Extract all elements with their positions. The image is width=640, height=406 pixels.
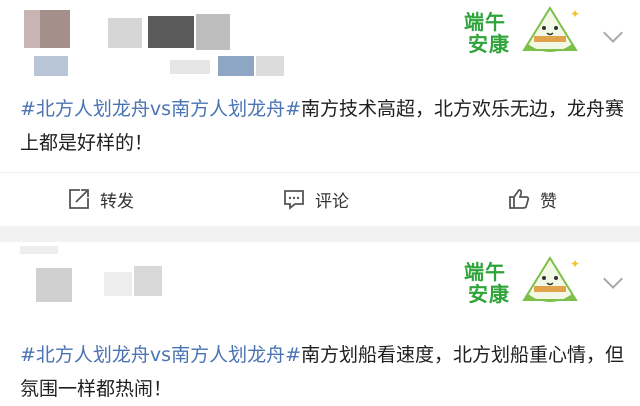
comment-label: 评论 — [315, 191, 349, 212]
svg-text:✦: ✦ — [570, 7, 580, 21]
svg-text:✦: ✦ — [570, 257, 580, 271]
topic-link[interactable]: #北方人划龙舟vs南方人划龙舟# — [20, 344, 301, 366]
action-bar: 转发 评论 赞 — [0, 172, 640, 226]
zongzi-icon: ✦ — [522, 256, 580, 302]
dragon-boat-festival-badge: 端午 安康 ✦ — [460, 254, 580, 310]
comment-icon — [284, 190, 304, 210]
badge-line2: 安康 — [468, 282, 510, 306]
like-label: 赞 — [540, 191, 557, 212]
repost-button[interactable]: 转发 — [68, 172, 134, 226]
post-text: #北方人划龙舟vs南方人划龙舟#南方划船看速度，北方划船重心情，但氛围一样都热闹… — [20, 338, 630, 406]
like-button[interactable]: 赞 — [508, 172, 557, 226]
topic-link[interactable]: #北方人划龙舟vs南方人划龙舟# — [20, 98, 301, 120]
comment-button[interactable]: 评论 — [283, 172, 349, 226]
repost-icon — [69, 189, 89, 209]
dragon-boat-festival-badge: 端午 安康 ✦ — [460, 4, 580, 60]
post-text: #北方人划龙舟vs南方人划龙舟#南方技术高超，北方欢乐无边，龙舟赛上都是好样的！ — [20, 92, 630, 160]
badge-line2: 安康 — [468, 32, 510, 56]
weibo-post-1: 端午 安康 ✦ #北方人划龙舟vs南方人划龙舟#南方技术高超，北方欢乐无边，龙舟… — [0, 0, 640, 226]
chevron-down-icon[interactable] — [603, 269, 623, 289]
like-icon — [509, 189, 530, 209]
post-separator — [0, 226, 640, 242]
chevron-down-icon[interactable] — [603, 23, 623, 43]
repost-label: 转发 — [100, 191, 134, 212]
zongzi-icon: ✦ — [522, 6, 580, 52]
weibo-post-2: 端午 安康 ✦ #北方人划龙舟vs南方人划龙舟#南方划船看速度，北方划船重心情，… — [0, 242, 640, 402]
